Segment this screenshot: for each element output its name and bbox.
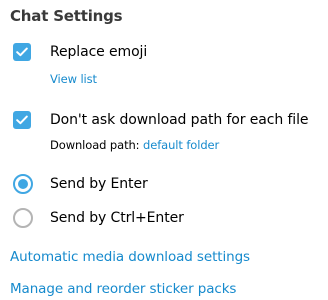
replace-emoji-option[interactable]: Replace emoji	[13, 43, 147, 61]
media-download-settings-link[interactable]: Automatic media download settings	[10, 249, 250, 265]
checkmark-icon	[16, 115, 28, 125]
replace-emoji-checkbox[interactable]	[13, 43, 31, 61]
download-path-label: Don't ask download path for each file	[50, 112, 309, 128]
send-by-enter-option[interactable]: Send by Enter	[13, 174, 148, 194]
send-by-ctrl-enter-option[interactable]: Send by Ctrl+Enter	[13, 208, 184, 228]
section-title: Chat Settings	[10, 7, 123, 25]
send-by-enter-radio[interactable]	[13, 174, 33, 194]
view-list-link[interactable]: View list	[50, 72, 97, 86]
download-path-checkbox[interactable]	[13, 111, 31, 129]
send-by-enter-label: Send by Enter	[50, 176, 148, 192]
download-path-row: Download path: default folder	[50, 138, 219, 152]
radio-selected-dot	[18, 179, 28, 189]
replace-emoji-label: Replace emoji	[50, 44, 148, 60]
checkmark-icon	[16, 47, 28, 57]
download-path-prefix: Download path:	[50, 138, 140, 152]
default-folder-link[interactable]: default folder	[143, 138, 219, 152]
send-by-ctrl-enter-label: Send by Ctrl+Enter	[50, 210, 184, 226]
view-list-row: View list	[50, 72, 97, 86]
download-path-option[interactable]: Don't ask download path for each file	[13, 111, 309, 129]
manage-sticker-packs-link[interactable]: Manage and reorder sticker packs	[10, 281, 236, 297]
send-by-ctrl-enter-radio[interactable]	[13, 208, 33, 228]
